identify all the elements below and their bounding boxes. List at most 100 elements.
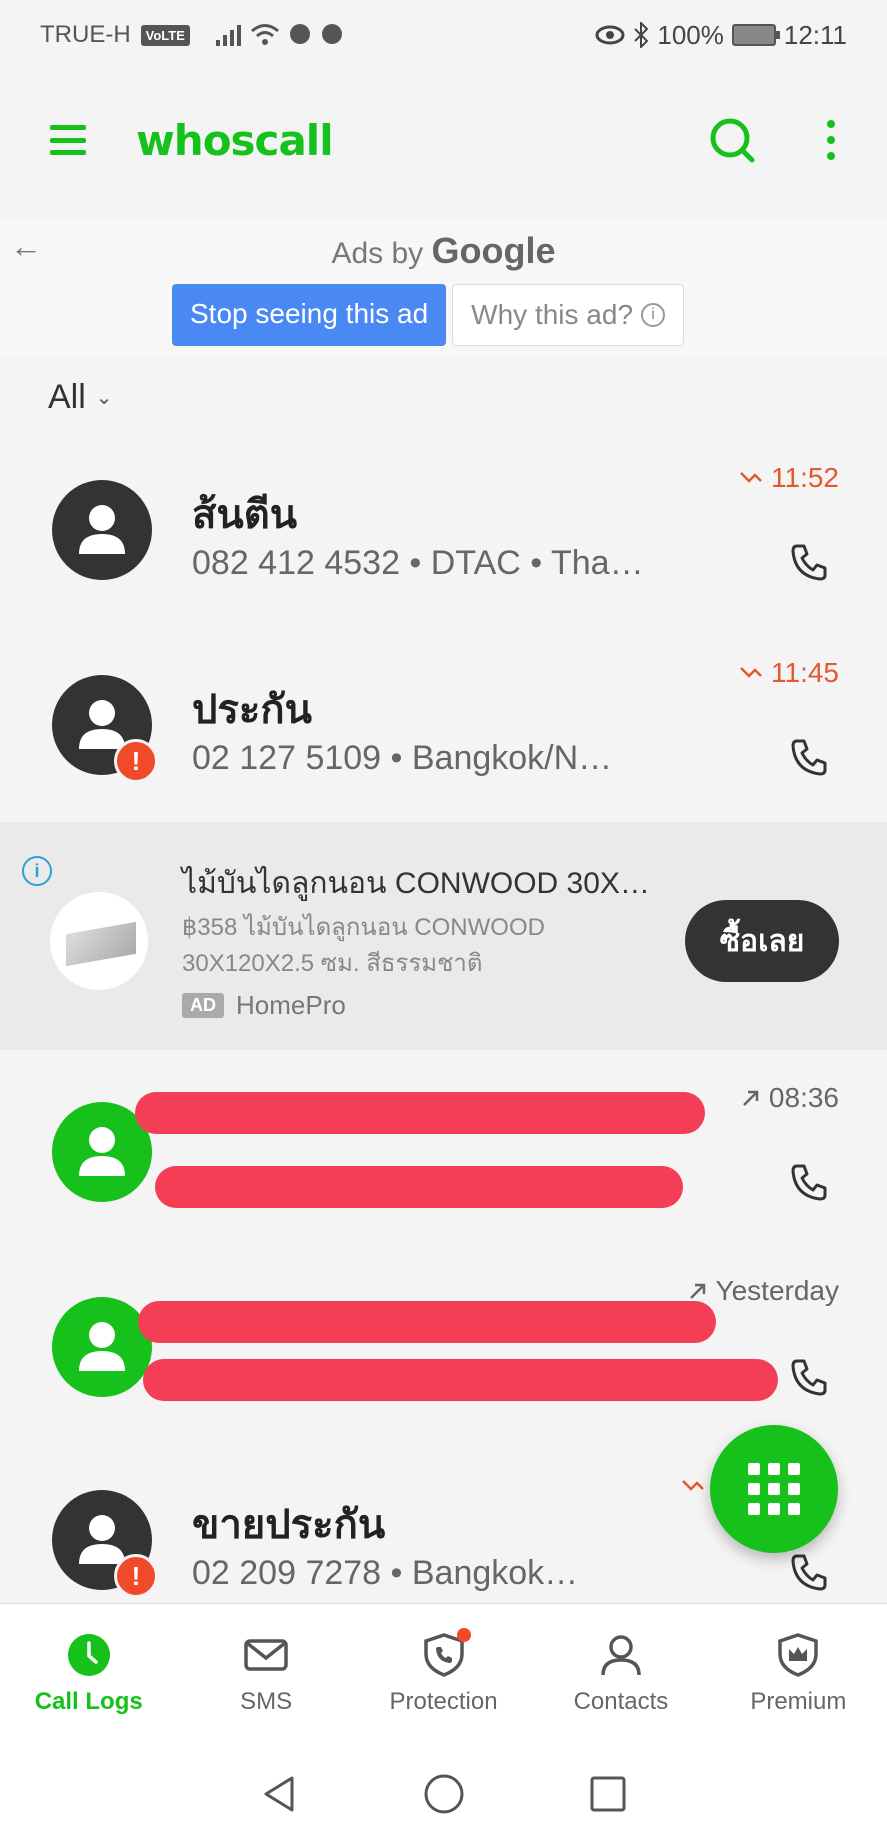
nav-sms[interactable]: SMS — [177, 1604, 354, 1743]
nav-label: SMS — [240, 1687, 293, 1715]
more-options-icon[interactable] — [825, 120, 837, 160]
nav-label: Premium — [750, 1687, 847, 1715]
crown-shield-icon — [778, 1632, 819, 1677]
caller-name: ส้นตีน — [192, 493, 298, 537]
bluetooth-icon — [634, 22, 649, 48]
notification-dot — [456, 1627, 471, 1642]
missed-call-icon — [682, 1480, 705, 1491]
nav-contacts[interactable]: Contacts — [532, 1604, 709, 1743]
avatar: ! — [52, 675, 158, 783]
status-icons — [214, 23, 344, 47]
ad-source: AD HomePro — [182, 990, 346, 1021]
ad-tag: AD — [182, 993, 224, 1018]
nav-label: Protection — [389, 1687, 498, 1715]
call-log-item[interactable]: ส้นตีน 082 412 4532 • DTAC • Tha… 11:52 — [0, 450, 887, 630]
person-icon — [79, 1322, 125, 1371]
avatar: ! — [52, 1490, 158, 1598]
shield-phone-icon — [421, 1627, 471, 1678]
phone-call-icon[interactable] — [789, 1552, 829, 1592]
call-time: 11:52 — [739, 462, 839, 494]
avatar — [52, 1297, 152, 1397]
hamburger-menu-icon[interactable] — [50, 125, 86, 155]
avatar — [52, 480, 152, 580]
missed-call-icon — [740, 667, 762, 678]
person-icon — [79, 1127, 125, 1176]
home-circle-icon[interactable] — [422, 1772, 466, 1816]
envelope-icon — [244, 1638, 288, 1671]
eye-icon — [595, 25, 625, 45]
recents-square-icon[interactable] — [586, 1772, 630, 1816]
ad-title: ไม้บันไดลูกนอน CONWOOD 30X… — [182, 867, 650, 900]
battery-icon — [731, 24, 780, 46]
phone-call-icon[interactable] — [789, 737, 829, 777]
nav-protection[interactable]: Protection — [355, 1604, 532, 1743]
clock-icon — [67, 1633, 110, 1676]
battery-percent: 100% — [657, 19, 724, 50]
status-bar: TRUE-H VoLTE 100% 12:11 — [0, 0, 887, 70]
caller-details: 082 412 4532 • DTAC • Tha… — [192, 544, 644, 582]
phone-call-icon[interactable] — [789, 1162, 829, 1202]
app-logo: whoscall — [136, 115, 334, 165]
stop-seeing-ad-button[interactable]: Stop seeing this ad — [172, 284, 447, 346]
caller-name: ขายประกัน — [192, 1503, 386, 1547]
call-log-item[interactable]: Yesterday — [0, 1265, 887, 1445]
call-time-label: Yesterday — [715, 1275, 840, 1306]
app-actions — [709, 117, 837, 163]
outgoing-call-icon — [743, 1090, 759, 1106]
redaction-mark — [155, 1166, 683, 1208]
status-right: 100% 12:11 — [595, 20, 847, 51]
google-label: Google — [431, 230, 556, 271]
ad-feedback-buttons: Stop seeing this ad Why this ad? i — [172, 284, 685, 346]
spam-warning-icon: ! — [114, 1554, 158, 1598]
signal-icon — [215, 25, 241, 46]
ad-feedback-banner: ← Ads by Google Stop seeing this ad Why … — [0, 218, 887, 358]
ad-description: ฿358 ไม้บันไดลูกนอน CONWOOD 30X120X2.5 ซ… — [182, 914, 545, 977]
redaction-mark — [138, 1301, 716, 1343]
person-outline-icon — [601, 1634, 641, 1675]
why-this-ad-label: Why this ad? — [471, 299, 634, 330]
nav-label: Call Logs — [34, 1687, 143, 1715]
redaction-mark — [143, 1359, 778, 1401]
buy-now-button[interactable]: ซื้อเลย — [685, 900, 839, 982]
chat-icon — [289, 24, 310, 44]
call-time: 11:45 — [739, 657, 839, 689]
caller-name: ประกัน — [192, 688, 312, 732]
call-time: Yesterday — [688, 1275, 840, 1307]
missed-call-icon — [740, 472, 762, 483]
search-icon[interactable] — [709, 117, 755, 163]
redaction-mark — [135, 1092, 705, 1134]
outgoing-call-icon — [689, 1283, 705, 1299]
ad-advertiser: HomePro — [236, 990, 346, 1020]
nav-call-logs[interactable]: Call Logs — [0, 1604, 177, 1743]
call-time-label: 08:36 — [768, 1082, 839, 1113]
phone-call-icon[interactable] — [789, 542, 829, 582]
ads-by-google: Ads by Google — [0, 230, 887, 272]
back-triangle-icon[interactable] — [258, 1772, 302, 1816]
system-navigation-bar — [0, 1743, 887, 1844]
person-icon — [79, 505, 125, 554]
status-left: TRUE-H VoLTE — [40, 21, 344, 49]
info-icon: i — [641, 303, 666, 327]
ad-info-icon[interactable]: i — [22, 856, 52, 886]
clock: 12:11 — [783, 19, 847, 50]
nav-label: Contacts — [573, 1687, 669, 1715]
chat-icon-2 — [321, 24, 342, 44]
native-ad-card[interactable]: i ไม้บันไดลูกนอน CONWOOD 30X… ฿358 ไม้บั… — [0, 822, 887, 1050]
call-filter-dropdown[interactable]: All ⌄ — [48, 378, 113, 417]
carrier-label: TRUE-H — [40, 21, 131, 48]
app-bar: whoscall — [0, 70, 887, 210]
spam-warning-icon: ! — [114, 739, 158, 783]
caller-details: 02 127 5109 • Bangkok/N… — [192, 739, 613, 777]
ads-by-label: Ads by — [331, 237, 424, 270]
call-log-item[interactable]: ! ประกัน 02 127 5109 • Bangkok/N… 11:45 — [0, 645, 887, 825]
why-this-ad-button[interactable]: Why this ad? i — [452, 284, 685, 346]
chevron-down-icon: ⌄ — [95, 387, 113, 409]
dialpad-fab-button[interactable] — [710, 1425, 838, 1553]
call-log-item[interactable]: 08:36 — [0, 1070, 887, 1250]
phone-call-icon[interactable] — [789, 1357, 829, 1397]
nav-premium[interactable]: Premium — [710, 1604, 887, 1743]
filter-label: All — [48, 378, 86, 416]
bottom-navigation: Call Logs SMS Protection Contacts Premiu… — [0, 1603, 887, 1743]
call-time-label: 11:45 — [771, 657, 839, 688]
ad-product-image — [50, 892, 148, 990]
